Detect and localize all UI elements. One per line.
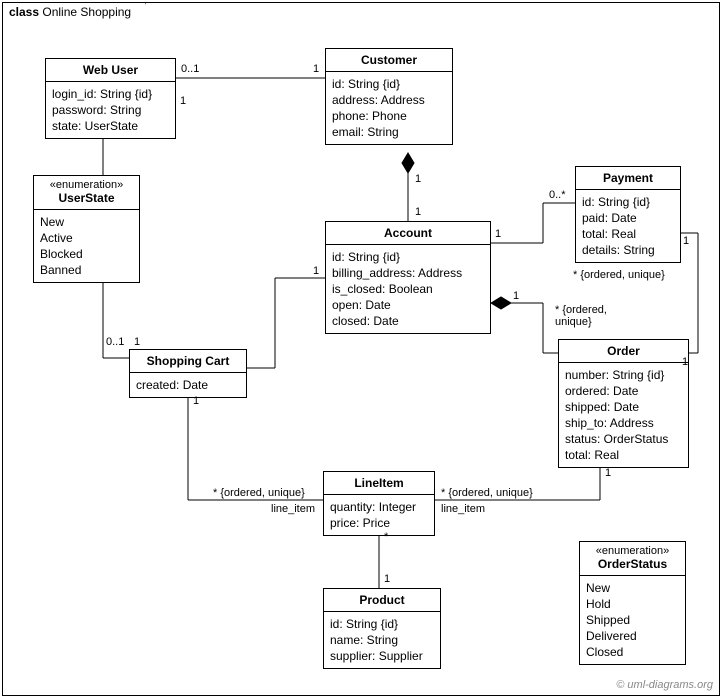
class-attrs: number: String {id} ordered: Date shippe…	[559, 363, 688, 467]
class-title: Payment	[576, 167, 680, 190]
mult-label: 0..1	[181, 63, 199, 75]
credit-text: © uml-diagrams.org	[616, 679, 713, 691]
class-account: Account id: String {id} billing_address:…	[325, 221, 491, 334]
constraint-label: * {ordered, unique}	[573, 269, 665, 281]
class-title: LineItem	[324, 472, 434, 495]
class-product: Product id: String {id} name: String sup…	[323, 588, 441, 669]
frame-title: Online Shopping	[42, 5, 131, 19]
constraint-label: * {ordered, unique}	[441, 487, 533, 499]
class-attrs: New Hold Shipped Delivered Closed	[580, 576, 685, 664]
mult-label: 1	[682, 356, 688, 368]
mult-label: 1	[180, 95, 186, 107]
stereotype: «enumeration»	[34, 176, 139, 191]
role-label: line_item	[441, 503, 485, 515]
mult-label: 1	[134, 336, 140, 348]
class-title: Customer	[326, 49, 452, 72]
mult-label: 1	[495, 228, 501, 240]
mult-label: 1	[605, 467, 611, 479]
class-attrs: id: String {id} paid: Date total: Real d…	[576, 190, 680, 262]
constraint-label: * {ordered, unique}	[213, 487, 305, 499]
mult-label: 1	[683, 235, 689, 247]
class-web-user: Web User login_id: String {id} password:…	[45, 58, 176, 139]
frame-title-tab: class Online Shopping	[2, 2, 146, 27]
class-attrs: id: String {id} name: String supplier: S…	[324, 612, 440, 668]
mult-label: 1	[313, 63, 319, 75]
class-title: OrderStatus	[580, 557, 685, 576]
class-title: Web User	[46, 59, 175, 82]
class-line-item: LineItem quantity: Integer price: Price	[323, 471, 435, 536]
mult-label: 1	[313, 265, 319, 277]
mult-label: *	[384, 531, 388, 543]
frame-kind: class	[9, 5, 39, 19]
mult-label: 0..1	[106, 336, 124, 348]
class-attrs: quantity: Integer price: Price	[324, 495, 434, 535]
mult-label: 0..*	[549, 189, 566, 201]
class-attrs: login_id: String {id} password: String s…	[46, 82, 175, 138]
class-title: Shopping Cart	[130, 350, 246, 373]
class-title: Account	[326, 222, 490, 245]
constraint-label: * {ordered, unique}	[555, 304, 607, 328]
class-customer: Customer id: String {id} address: Addres…	[325, 48, 453, 145]
enum-user-state: «enumeration» UserState New Active Block…	[33, 175, 140, 283]
class-attrs: id: String {id} billing_address: Address…	[326, 245, 490, 333]
mult-label: 1	[384, 573, 390, 585]
class-shopping-cart: Shopping Cart created: Date	[129, 349, 247, 398]
mult-label: 1	[513, 290, 519, 302]
stereotype: «enumeration»	[580, 542, 685, 557]
diagram-frame: class Online Shopping	[2, 2, 720, 696]
enum-order-status: «enumeration» OrderStatus New Hold Shipp…	[579, 541, 686, 665]
class-attrs: New Active Blocked Banned	[34, 210, 139, 282]
class-title: UserState	[34, 191, 139, 210]
class-title: Product	[324, 589, 440, 612]
class-payment: Payment id: String {id} paid: Date total…	[575, 166, 681, 263]
role-label: line_item	[271, 503, 315, 515]
class-title: Order	[559, 340, 688, 363]
class-attrs: created: Date	[130, 373, 246, 397]
mult-label: 1	[193, 395, 199, 407]
mult-label: 1	[415, 206, 421, 218]
class-attrs: id: String {id} address: Address phone: …	[326, 72, 452, 144]
class-order: Order number: String {id} ordered: Date …	[558, 339, 689, 468]
mult-label: 1	[415, 173, 421, 185]
